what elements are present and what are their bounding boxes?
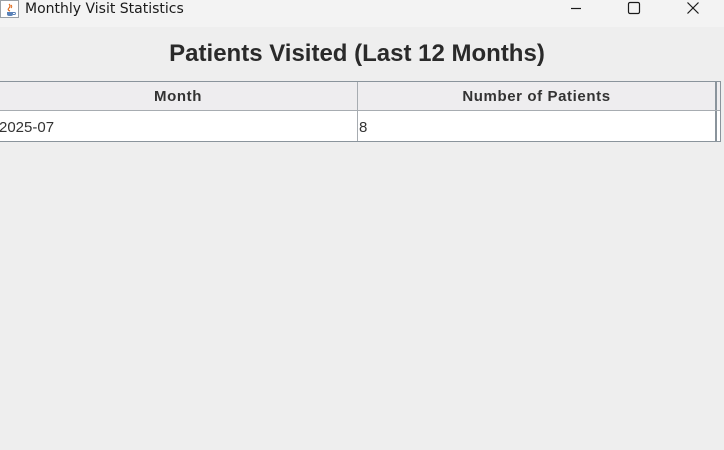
java-icon[interactable] xyxy=(0,0,19,18)
close-icon xyxy=(687,2,699,14)
table-header: Month Number of Patients xyxy=(0,82,720,111)
close-button[interactable] xyxy=(670,0,716,18)
column-header-number-of-patients[interactable]: Number of Patients xyxy=(358,82,717,110)
page-title: Patients Visited (Last 12 Months) xyxy=(169,40,545,67)
maximize-icon xyxy=(627,1,641,15)
column-header-month[interactable]: Month xyxy=(0,82,358,110)
table-row[interactable]: 2025-07 8 xyxy=(0,111,720,141)
app-window: Monthly Visit Statistics Patients Visite… xyxy=(0,0,724,450)
minimize-icon xyxy=(571,7,581,10)
maximize-button[interactable] xyxy=(610,0,656,18)
window-title: Monthly Visit Statistics xyxy=(25,1,184,17)
cell-number-of-patients[interactable]: 8 xyxy=(358,111,717,141)
minimize-button[interactable] xyxy=(553,0,599,18)
title-bar[interactable]: Monthly Visit Statistics xyxy=(0,0,724,27)
visits-table[interactable]: Month Number of Patients 2025-07 8 xyxy=(0,81,721,142)
cell-month[interactable]: 2025-07 xyxy=(0,111,358,141)
